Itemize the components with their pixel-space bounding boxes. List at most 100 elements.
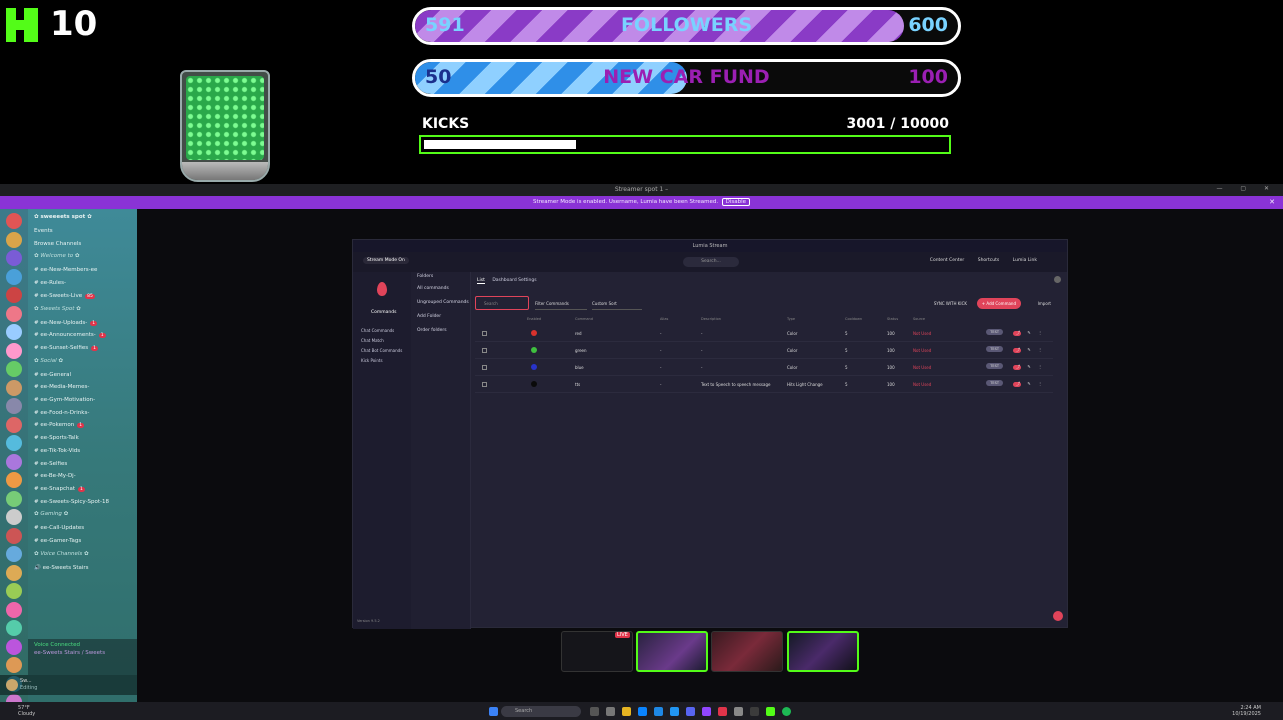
task-view-icon[interactable]: [590, 707, 599, 716]
server-icon[interactable]: [6, 398, 22, 414]
channel-item[interactable]: # ee-General: [34, 372, 71, 378]
channel-item[interactable]: Browse Channels: [34, 241, 81, 247]
voice-channel-sub[interactable]: ee-Sweets Stairs / Sweets: [34, 650, 105, 656]
channel-item[interactable]: Events: [34, 228, 53, 234]
server-icon[interactable]: [6, 453, 22, 470]
server-icon[interactable]: [6, 657, 22, 673]
server-icon[interactable]: [6, 490, 22, 507]
channel-item[interactable]: # ee-Sports-Talk: [34, 435, 79, 441]
table-row[interactable]: blue - - Color 5 100 Not Used TEST ⤴ ✎ ⋮: [475, 360, 1053, 376]
channel-category[interactable]: ✿ Welcome to ✿: [34, 253, 79, 259]
nav-chat-commands[interactable]: Chat Commands: [361, 328, 394, 333]
webcam-2[interactable]: [711, 631, 783, 672]
sync-with-kick-button[interactable]: SYNC WITH KICK: [934, 301, 967, 306]
server-icon[interactable]: [6, 231, 22, 248]
table-row[interactable]: red - - Color 5 100 Not Used TEST ⤴ ✎ ⋮: [475, 326, 1053, 342]
channel-item[interactable]: # ee-Pokemon 1: [34, 422, 85, 429]
table-row[interactable]: green - - Color 5 100 Not Used TEST ⤴ ✎ ⋮: [475, 343, 1053, 359]
channel-item[interactable]: # ee-Gym-Motivation-: [34, 397, 95, 403]
nav-shortcuts[interactable]: Shortcuts: [978, 258, 1000, 263]
server-icon[interactable]: [6, 324, 22, 340]
channel-item[interactable]: # ee-Call-Updates: [34, 525, 84, 531]
channel-item[interactable]: # ee-Selfies: [34, 461, 67, 467]
webcam-3[interactable]: [787, 631, 859, 672]
server-icon[interactable]: [6, 564, 22, 581]
nav-lumia-link[interactable]: Lumia Link: [1013, 258, 1037, 263]
app-icon[interactable]: [606, 707, 615, 716]
channel-item[interactable]: # ee-Snapchat 1: [34, 486, 85, 492]
nav-kick-points[interactable]: Kick Points: [361, 358, 383, 363]
server-icon[interactable]: [6, 509, 22, 525]
row-actions[interactable]: ⤴ ✎ ⋮: [1016, 381, 1045, 387]
app-icon[interactable]: [718, 707, 727, 716]
channel-item[interactable]: # ee-Sweets-Live 85: [34, 293, 95, 299]
server-icon[interactable]: [6, 287, 22, 303]
test-button[interactable]: TEST: [986, 346, 1003, 352]
server-icon[interactable]: [6, 268, 22, 285]
channel-item[interactable]: # ee-New-Members-ee: [34, 267, 97, 273]
webcam-1[interactable]: [636, 631, 708, 672]
sort-by-select[interactable]: Custom Sort: [592, 296, 642, 310]
add-command-button[interactable]: + Add Command: [976, 298, 1021, 309]
row-actions[interactable]: ⤴ ✎ ⋮: [1016, 347, 1045, 353]
store-icon[interactable]: [654, 707, 663, 716]
table-row[interactable]: tts - Text to Speech to speech message Hits…: [475, 377, 1053, 393]
nav-chat-match[interactable]: Chat Match: [361, 338, 384, 343]
window-controls[interactable]: — ▢ ✕: [1216, 185, 1277, 192]
command-search-input[interactable]: Search: [475, 296, 529, 310]
tab-list[interactable]: List: [477, 278, 485, 284]
app-icon[interactable]: [734, 707, 743, 716]
server-name[interactable]: ✿ sweeeets spot ✿: [34, 214, 92, 220]
server-icon[interactable]: [6, 583, 22, 599]
app-icon[interactable]: [702, 707, 711, 716]
disable-streamer-button[interactable]: Disable: [721, 198, 750, 206]
taskbar-search[interactable]: Search: [501, 706, 581, 717]
lumia-search-input[interactable]: Search...: [683, 257, 739, 267]
server-icon[interactable]: [6, 638, 22, 655]
channel-item[interactable]: # ee-New-Uploads- 1: [34, 320, 98, 326]
server-icon[interactable]: [6, 601, 22, 618]
server-icon[interactable]: [6, 213, 22, 229]
server-icon[interactable]: [6, 620, 22, 636]
avatar[interactable]: [6, 679, 18, 691]
channel-item[interactable]: # ee-Announcements- 1: [34, 332, 106, 339]
add-folder-button[interactable]: Add Folder: [417, 314, 441, 319]
tab-dashboard-settings[interactable]: Dashboard Settings: [492, 278, 536, 283]
close-icon[interactable]: ✕: [1269, 198, 1275, 206]
channel-item[interactable]: # ee-Media-Memes-: [34, 384, 89, 390]
edge-icon[interactable]: [638, 707, 647, 716]
channel-item[interactable]: # ee-Sweets-Spicy-Spot-18: [34, 499, 109, 505]
channel-item[interactable]: # ee-Be-My-Dj-: [34, 473, 76, 479]
channel-item[interactable]: 🔊 ee-Sweets Stairs: [34, 565, 89, 571]
nav-content-center[interactable]: Content Center: [930, 258, 964, 263]
stream-mode-button[interactable]: Stream Mode On: [363, 257, 409, 264]
folder-icon[interactable]: [622, 707, 631, 716]
lumia-fab-button[interactable]: [1053, 611, 1063, 621]
app-icon[interactable]: [670, 707, 679, 716]
server-icon[interactable]: [6, 379, 22, 396]
row-actions[interactable]: ⤴ ✎ ⋮: [1016, 330, 1045, 336]
order-folders-button[interactable]: Order folders: [417, 328, 447, 333]
server-icon[interactable]: [6, 527, 22, 544]
server-icon[interactable]: [6, 250, 22, 266]
test-button[interactable]: TEST: [986, 329, 1003, 335]
test-button[interactable]: TEST: [986, 380, 1003, 386]
server-icon[interactable]: [6, 435, 22, 451]
channel-item[interactable]: # ee-Gamer-Tags: [34, 538, 81, 544]
row-checkbox[interactable]: [482, 331, 487, 336]
row-checkbox[interactable]: [482, 382, 487, 387]
server-icon[interactable]: [6, 342, 22, 359]
app-icon[interactable]: [750, 707, 759, 716]
help-icon[interactable]: [1054, 276, 1061, 283]
test-button[interactable]: TEST: [986, 363, 1003, 369]
server-icon[interactable]: [6, 361, 22, 377]
start-icon[interactable]: [489, 707, 498, 716]
import-button[interactable]: Import: [1038, 301, 1051, 306]
nav-chat-bot-commands[interactable]: Chat Bot Commands: [361, 348, 402, 353]
server-icon[interactable]: [6, 416, 22, 433]
row-actions[interactable]: ⤴ ✎ ⋮: [1016, 364, 1045, 370]
row-checkbox[interactable]: [482, 365, 487, 370]
channel-category[interactable]: ✿ Voice Channels ✿: [34, 551, 89, 557]
channel-category[interactable]: ✿ Sweets Spot ✿: [34, 306, 81, 312]
server-icon[interactable]: [6, 472, 22, 488]
